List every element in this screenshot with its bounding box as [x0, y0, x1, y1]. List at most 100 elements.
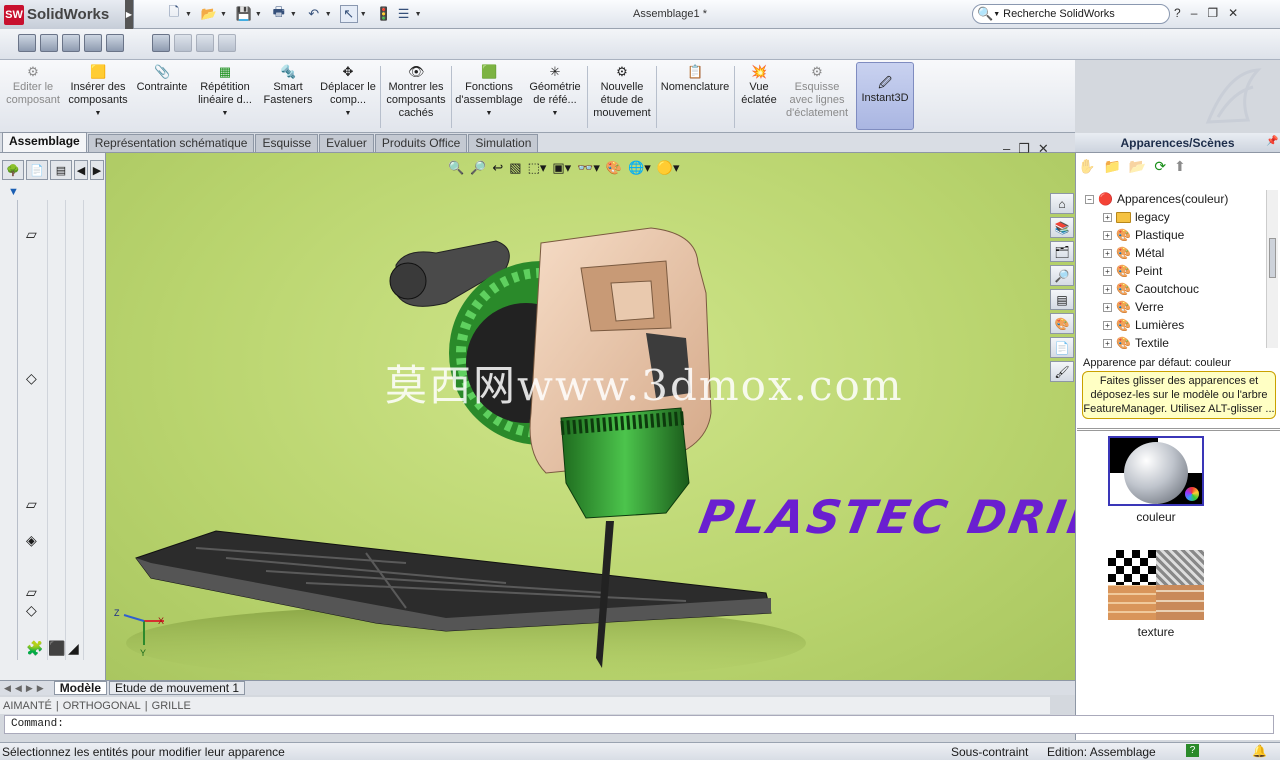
select-arrow-icon[interactable]: ↖: [339, 5, 358, 23]
tree-item[interactable]: + 🎨 Lumières: [1085, 316, 1265, 334]
origin-icon[interactable]: ◇: [26, 370, 37, 387]
bom-button[interactable]: 📋 Nomenclature: [659, 64, 731, 130]
tab-evaluer[interactable]: Evaluer: [319, 134, 374, 152]
tree-item[interactable]: + legacy: [1085, 208, 1265, 226]
move-component-button[interactable]: ✥ Déplacer le comp... ▼: [320, 64, 376, 130]
plane-icon[interactable]: ⏥: [26, 584, 37, 601]
up-level-icon[interactable]: ⬆: [1174, 158, 1186, 175]
assembly-features-button[interactable]: 🟩 Fonctions d'assemblage ▼: [454, 64, 524, 130]
disabled-tool-icon[interactable]: [218, 34, 236, 52]
tab-scroll-right-icon[interactable]: ▶: [90, 160, 104, 180]
tab-produits-office[interactable]: Produits Office: [374, 134, 468, 152]
triangle-icon[interactable]: ◢: [68, 640, 79, 657]
linear-pattern-button[interactable]: ▦ Répétition linéaire d... ▼: [194, 64, 256, 130]
undo-dropdown-icon[interactable]: ▼: [325, 11, 332, 18]
tab-representation-schematique[interactable]: Représentation schématique: [87, 134, 255, 152]
dropdown-icon[interactable]: ▼: [222, 107, 229, 120]
tree-item[interactable]: + 🎨 Textile: [1085, 334, 1265, 352]
back-icon[interactable]: ✋: [1078, 158, 1095, 175]
close-button[interactable]: ✕: [1228, 6, 1238, 20]
home-icon[interactable]: ⌂: [1050, 193, 1074, 214]
camera-tool-icon[interactable]: [84, 34, 102, 52]
custom-properties-icon[interactable]: 📄: [1050, 337, 1074, 358]
component-icon[interactable]: 🧩: [26, 640, 43, 657]
expand-icon[interactable]: +: [1103, 284, 1112, 294]
tab-etude-de-mouvement[interactable]: Etude de mouvement 1: [109, 681, 246, 695]
viewport-minimize-button[interactable]: –: [1003, 141, 1010, 157]
drill-assembly-model[interactable]: [106, 153, 1075, 680]
command-line-input[interactable]: Command:: [4, 715, 1274, 734]
edit-appearance-icon[interactable]: 🎨: [606, 160, 622, 176]
open-icon[interactable]: 📂: [200, 5, 218, 23]
plane-icon[interactable]: ⏥: [26, 226, 37, 243]
expand-icon[interactable]: +: [1103, 266, 1112, 276]
scrollbar-thumb[interactable]: [1269, 238, 1276, 278]
dropdown-icon[interactable]: ▼: [95, 107, 102, 120]
help-icon[interactable]: ?: [1174, 6, 1181, 20]
help-status-icon[interactable]: ?: [1186, 744, 1199, 757]
tree-scrollbar[interactable]: [1266, 190, 1278, 348]
save-icon[interactable]: 💾: [235, 5, 253, 23]
tab-navigation-icon[interactable]: ◀◀▶▶: [4, 683, 48, 694]
mates-icon[interactable]: ◈: [26, 532, 37, 549]
viewport-close-button[interactable]: ✕: [1038, 141, 1049, 157]
cube-icon[interactable]: ⬛: [48, 640, 65, 657]
view-palette-icon[interactable]: ▤: [1050, 289, 1074, 310]
snap-grille[interactable]: GRILLE: [152, 700, 191, 712]
dropdown-icon[interactable]: ▼: [486, 107, 493, 120]
search-icon[interactable]: 🔍: [977, 6, 993, 22]
dropdown-icon[interactable]: ▼: [345, 107, 352, 120]
tab-simulation[interactable]: Simulation: [468, 134, 539, 152]
print-icon[interactable]: 🖶: [270, 4, 288, 23]
drawing-tool-icon[interactable]: [62, 34, 80, 52]
zoom-to-fit-icon[interactable]: 🔍: [448, 160, 464, 176]
apply-scene-icon[interactable]: 🌐▾: [628, 160, 651, 176]
reference-geometry-button[interactable]: ✳ Géométrie de réfé... ▼: [526, 64, 584, 130]
view-orientation-icon[interactable]: ⬚▾: [528, 160, 547, 176]
explode-line-sketch-button[interactable]: ⚙ Esquisse avec lignes d'éclatement: [784, 64, 850, 130]
solidworks-menu-button[interactable]: SW SolidWorks ▶: [0, 0, 134, 29]
snap-aimante[interactable]: AIMANTÉ: [3, 700, 52, 712]
undo-icon[interactable]: ↶: [305, 5, 323, 23]
tree-item[interactable]: + 🎨 Verre: [1085, 298, 1265, 316]
expand-icon[interactable]: +: [1103, 248, 1112, 258]
options-dropdown-icon[interactable]: ▼: [415, 11, 422, 18]
tab-esquisse[interactable]: Esquisse: [255, 134, 319, 152]
refresh-icon[interactable]: ⟳: [1154, 158, 1166, 175]
minimize-button[interactable]: –: [1191, 6, 1198, 20]
tree-item[interactable]: + 🎨 Plastique: [1085, 226, 1265, 244]
search-field[interactable]: 🔍 ▼ Recherche SolidWorks: [972, 4, 1170, 24]
mate-button[interactable]: 📎 Contrainte: [134, 64, 190, 130]
collapse-icon[interactable]: −: [1085, 194, 1094, 204]
view-settings-icon[interactable]: 🟡▾: [657, 160, 680, 176]
previous-view-icon[interactable]: ↩: [492, 160, 503, 176]
select-dropdown-icon[interactable]: ▼: [360, 11, 367, 18]
menu-expand-icon[interactable]: ▶: [125, 0, 133, 29]
filter-icon[interactable]: ▼: [8, 186, 19, 198]
pane-splitter[interactable]: [1077, 428, 1280, 431]
restore-button[interactable]: ❐: [1207, 6, 1218, 20]
section-view-icon[interactable]: ▧: [509, 160, 521, 176]
disabled-tool-icon[interactable]: [174, 34, 192, 52]
property-manager-tab-icon[interactable]: 📄: [26, 160, 48, 180]
snap-orthogonal[interactable]: ORTHOGONAL: [63, 700, 141, 712]
smart-fasteners-button[interactable]: 🔩 Smart Fasteners: [260, 64, 316, 130]
zoom-to-area-icon[interactable]: 🔎: [470, 160, 486, 176]
expand-icon[interactable]: +: [1103, 212, 1112, 222]
tree-item[interactable]: + 🎨 Caoutchouc: [1085, 280, 1265, 298]
expand-icon[interactable]: +: [1103, 230, 1112, 240]
appearances-icon[interactable]: 🎨: [1050, 313, 1074, 334]
pin-icon[interactable]: 📌: [1266, 136, 1278, 147]
texture-thumbnail[interactable]: [1108, 550, 1204, 620]
print-dropdown-icon[interactable]: ▼: [290, 11, 297, 18]
file-explorer-icon[interactable]: 🗂: [1050, 241, 1074, 262]
tab-scroll-left-icon[interactable]: ◀: [74, 160, 88, 180]
tree-item[interactable]: + 🎨 Métal: [1085, 244, 1265, 262]
render-tool-icon[interactable]: [106, 34, 124, 52]
dropdown-icon[interactable]: ▼: [552, 107, 559, 120]
add-folder-icon[interactable]: 📁: [1103, 158, 1120, 175]
design-library-icon[interactable]: 📚: [1050, 217, 1074, 238]
tab-modele[interactable]: Modèle: [53, 681, 108, 695]
rebuild-traffic-light-icon[interactable]: 🚦: [375, 5, 393, 23]
feature-tree-tab-icon[interactable]: 🌳: [2, 160, 24, 180]
